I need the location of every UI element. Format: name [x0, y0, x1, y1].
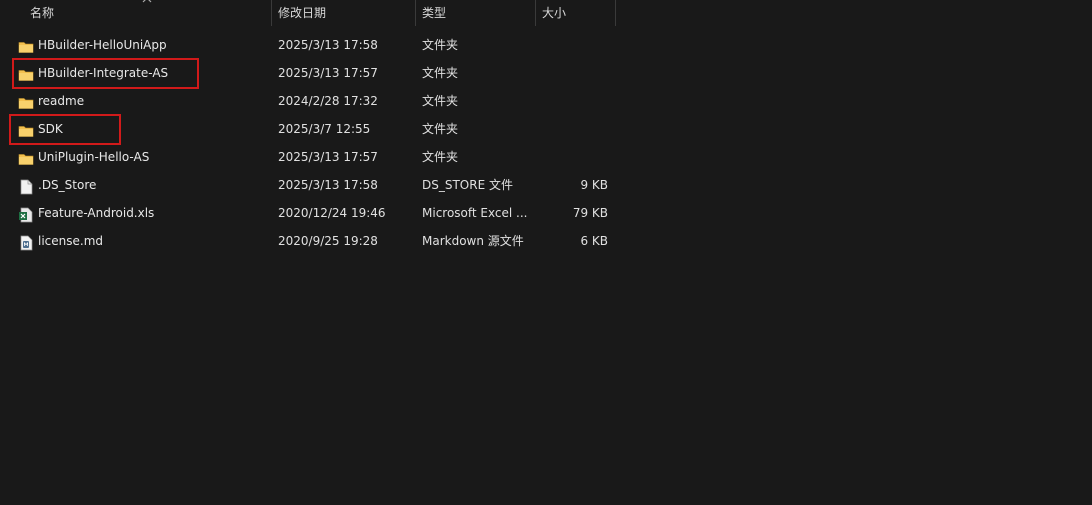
folder-icon — [18, 37, 34, 53]
modified-date: 2024/2/28 17:32 — [278, 94, 378, 108]
file-name-cell[interactable]: UniPlugin-Hello-AS — [18, 143, 263, 171]
file-type: Microsoft Excel ... — [422, 206, 528, 220]
column-separator[interactable] — [615, 0, 616, 26]
file-row[interactable]: UniPlugin-Hello-AS 2025/3/13 17:57 文件夹 — [0, 143, 620, 171]
file-type: Markdown 源文件 — [422, 234, 524, 248]
file-size: 6 KB — [580, 234, 608, 248]
file-row[interactable]: readme 2024/2/28 17:32 文件夹 — [0, 87, 620, 115]
file-size — [540, 87, 608, 115]
file-size — [540, 115, 608, 143]
annotation-highlight-box — [9, 114, 121, 145]
file-type: 文件夹 — [422, 66, 459, 80]
file-size — [540, 59, 608, 87]
modified-date: 2025/3/13 17:57 — [278, 150, 378, 164]
file-name: HBuilder-HelloUniApp — [38, 38, 167, 52]
folder-icon — [18, 93, 34, 109]
file-type: 文件夹 — [422, 122, 459, 136]
file-name-cell[interactable]: license.md — [18, 227, 263, 255]
modified-date: 2025/3/13 17:58 — [278, 38, 378, 52]
file-row[interactable]: .DS_Store 2025/3/13 17:58 DS_STORE 文件 9 KB — [0, 171, 620, 199]
folder-icon — [18, 149, 34, 165]
markdown-icon — [18, 233, 34, 251]
file-type: 文件夹 — [422, 94, 459, 108]
file-type: 文件夹 — [422, 150, 459, 164]
file-name: license.md — [38, 234, 104, 248]
file-name-cell[interactable]: Feature-Android.xls — [18, 199, 263, 227]
file-name: Feature-Android.xls — [38, 206, 155, 220]
file-size — [540, 143, 608, 171]
file-row[interactable]: license.md 2020/9/25 19:28 Markdown 源文件 6 K… — [0, 227, 620, 255]
file-name: .DS_Store — [38, 178, 97, 192]
excel-icon — [18, 205, 34, 223]
file-size — [540, 31, 608, 59]
file-name: UniPlugin-Hello-AS — [38, 150, 150, 164]
column-header-type[interactable]: 类型 — [415, 0, 535, 26]
file-size: 9 KB — [580, 178, 608, 192]
modified-date: 2020/12/24 19:46 — [278, 206, 386, 220]
column-header-size[interactable]: 大小 — [535, 0, 615, 26]
file-icon — [18, 177, 34, 195]
column-header-modified[interactable]: 修改日期 — [271, 0, 415, 26]
column-header-name[interactable]: 名称 — [23, 0, 271, 26]
modified-date: 2025/3/13 17:57 — [278, 66, 378, 80]
file-type: DS_STORE 文件 — [422, 178, 513, 192]
modified-date: 2020/9/25 19:28 — [278, 234, 378, 248]
annotation-highlight-box — [12, 58, 199, 89]
file-name-cell[interactable]: HBuilder-HelloUniApp — [18, 31, 263, 59]
file-row[interactable]: Feature-Android.xls 2020/12/24 19:46 Micro… — [0, 199, 620, 227]
file-name-cell[interactable]: .DS_Store — [18, 171, 263, 199]
file-name: readme — [38, 94, 85, 108]
modified-date: 2025/3/7 12:55 — [278, 122, 371, 136]
file-explorer-window: 名称 修改日期 类型 大小 HBuilder-HelloUniApp 2025/3… — [0, 0, 1092, 505]
modified-date: 2025/3/13 17:58 — [278, 178, 378, 192]
file-row[interactable]: HBuilder-HelloUniApp 2025/3/13 17:58 文件夹 — [0, 31, 620, 59]
file-name-cell[interactable]: readme — [18, 87, 263, 115]
file-type: 文件夹 — [422, 38, 459, 52]
column-header-row: 名称 修改日期 类型 大小 — [0, 0, 1092, 26]
file-size: 79 KB — [572, 206, 608, 220]
